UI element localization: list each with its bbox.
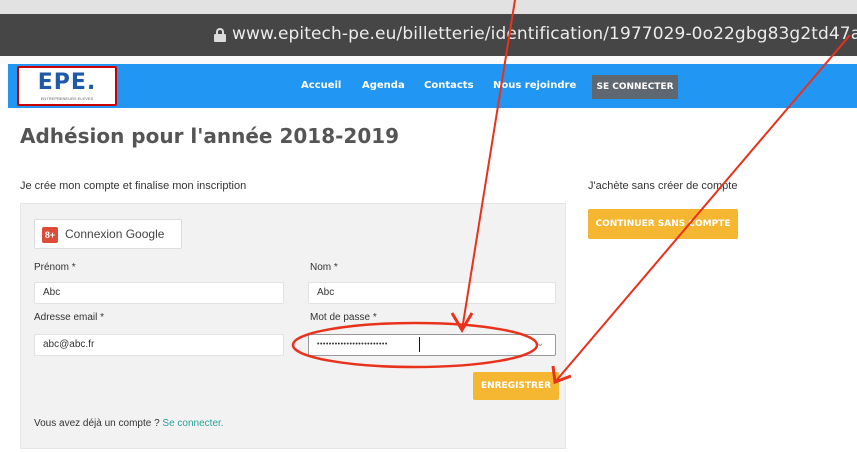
- arrowhead-password: [450, 312, 474, 333]
- red-ellipse-password: [291, 321, 539, 369]
- annotation-overlay: [291, 0, 851, 385]
- screenshot: www.epitech-pe.eu/billetterie/identifica…: [0, 0, 857, 452]
- red-arrow-to-password: [461, 0, 516, 331]
- red-arrow-to-save: [554, 34, 851, 383]
